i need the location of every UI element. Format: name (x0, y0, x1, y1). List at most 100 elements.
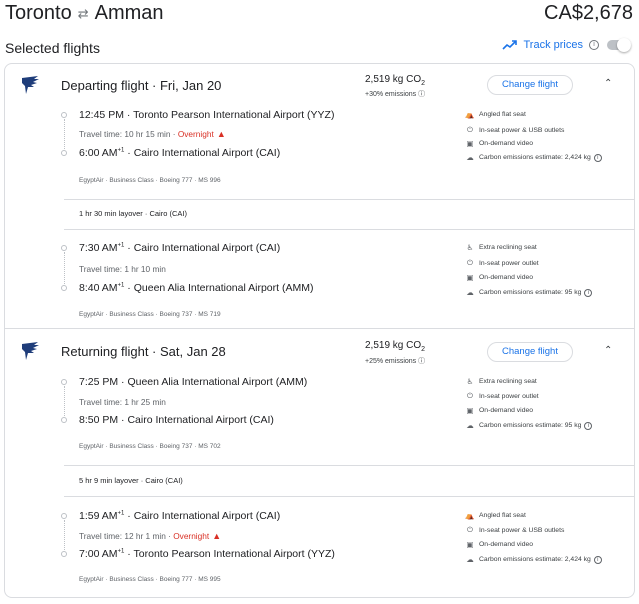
amenity: ☁ Carbon emissions estimate: 2,424 kg i (465, 555, 602, 564)
amenity: ⛺ Angled flat seat (465, 511, 526, 520)
total-price: CA$2,678 (544, 2, 633, 24)
power-plug-icon: ⏻ (467, 391, 473, 400)
departure-time-airport: 7:25 PM · Queen Alia International Airpo… (79, 376, 308, 388)
info-icon[interactable]: ⓘ (418, 91, 425, 98)
route-title: Toronto ⇄ Amman (5, 2, 164, 25)
departing-co2: 2,519 kg CO2 (365, 74, 426, 87)
flight-meta: EgyptAir · Business Class · Boeing 777 ·… (79, 177, 221, 184)
divider (64, 199, 635, 200)
departing-flight-title: Departing flight · Fri, Jan 20 (61, 78, 222, 93)
co2-icon: ☁ (466, 421, 474, 430)
amenity: ⏻ In-seat power & USB outlets (465, 125, 564, 135)
power-plug-icon: ⏻ (467, 258, 473, 267)
info-icon[interactable]: i (584, 288, 593, 297)
travel-time: Travel time: 12 hr 1 min · Overnight ▲ (79, 531, 222, 541)
returning-flight-title: Returning flight · Sat, Jan 28 (61, 344, 226, 359)
power-plug-icon: ⏻ (467, 525, 473, 534)
destination-city: Amman (94, 2, 164, 24)
amenity: ⏻ In-seat power & USB outlets (465, 525, 564, 535)
leg-connector (64, 252, 65, 284)
info-icon[interactable]: i (584, 421, 593, 430)
departing-emissions-note: +30% emissions ⓘ (365, 91, 426, 98)
track-prices-toggle[interactable] (607, 38, 631, 52)
arrival-dot (61, 417, 67, 423)
amenity: ▣ On-demand video (466, 540, 534, 549)
departure-time-airport: 1:59 AM+1 · Cairo International Airport … (79, 510, 281, 522)
warning-icon: ▲ (212, 531, 222, 541)
co2-icon: ☁ (466, 153, 474, 162)
egyptair-logo-icon (22, 76, 39, 94)
arrival-dot (61, 551, 67, 557)
seat-icon: ⛺ (465, 511, 475, 520)
reclining-seat-icon: ♿ (466, 377, 474, 386)
arrival-dot (61, 285, 67, 291)
video-icon: ▣ (466, 139, 474, 148)
departure-dot (61, 513, 67, 519)
arrival-time-airport: 7:00 AM+1 · Toronto Pearson Internationa… (79, 548, 335, 560)
divider (64, 465, 635, 466)
video-icon: ▣ (466, 406, 474, 415)
chevron-up-icon[interactable]: ⌃ (604, 78, 612, 89)
departure-dot (61, 245, 67, 251)
track-prices-label: Track prices (523, 39, 584, 51)
info-icon[interactable]: i (593, 555, 602, 564)
change-returning-flight-button[interactable]: Change flight (487, 342, 573, 362)
co2-icon: ☁ (466, 288, 474, 297)
flight-meta: EgyptAir · Business Class · Boeing 737 ·… (79, 311, 221, 318)
amenity: ⏻ In-seat power outlet (465, 391, 539, 401)
change-departing-flight-button[interactable]: Change flight (487, 75, 573, 95)
info-icon[interactable]: i (593, 153, 602, 162)
co2-icon: ☁ (466, 555, 474, 564)
departure-dot (61, 379, 67, 385)
selected-flights-heading: Selected flights (5, 40, 100, 56)
leg-connector (64, 386, 65, 416)
info-icon[interactable]: ⓘ (418, 358, 425, 365)
seat-icon: ⛺ (465, 110, 475, 119)
departure-dot (61, 112, 67, 118)
origin-city: Toronto (5, 2, 72, 24)
swap-arrows-icon: ⇄ (77, 5, 89, 21)
amenity: ♿ Extra reclining seat (466, 243, 537, 252)
amenity: ▣ On-demand video (466, 406, 534, 415)
amenity: ♿ Extra reclining seat (466, 377, 537, 386)
amenity: ⛺ Angled flat seat (465, 110, 526, 119)
travel-time: Travel time: 1 hr 10 min (79, 264, 166, 274)
reclining-seat-icon: ♿ (466, 243, 474, 252)
flight-meta: EgyptAir · Business Class · Boeing 777 ·… (79, 576, 221, 583)
amenity: ⏻ In-seat power outlet (465, 258, 539, 268)
arrival-time-airport: 8:50 PM · Cairo International Airport (C… (79, 414, 274, 426)
track-prices-control[interactable]: Track prices i (501, 38, 631, 52)
video-icon: ▣ (466, 540, 474, 549)
departure-time-airport: 12:45 PM · Toronto Pearson International… (79, 109, 335, 121)
departure-time-airport: 7:30 AM+1 · Cairo International Airport … (79, 242, 281, 254)
amenity: ▣ On-demand video (466, 273, 534, 282)
overnight-label: Overnight (177, 129, 214, 139)
flight-meta: EgyptAir · Business Class · Boeing 737 ·… (79, 443, 221, 450)
overnight-label: Overnight (173, 531, 210, 541)
travel-time: Travel time: 10 hr 15 min · Overnight ▲ (79, 129, 226, 139)
returning-co2: 2,519 kg CO2 (365, 340, 426, 353)
arrival-time-airport: 6:00 AM+1 · Cairo International Airport … (79, 147, 281, 159)
chevron-up-icon[interactable]: ⌃ (604, 345, 612, 356)
divider (64, 229, 635, 230)
amenity: ☁ Carbon emissions estimate: 95 kg i (465, 421, 593, 430)
header: Toronto ⇄ Amman CA$2,678 (0, 0, 639, 28)
layover-info: 5 hr 9 min layover · Cairo (CAI) (79, 476, 183, 485)
trending-up-icon (501, 40, 517, 50)
divider (64, 496, 635, 497)
amenity: ☁ Carbon emissions estimate: 2,424 kg i (465, 153, 602, 162)
leg-connector (64, 520, 65, 550)
travel-time: Travel time: 1 hr 25 min (79, 397, 166, 407)
amenity: ▣ On-demand video (466, 139, 534, 148)
arrival-dot (61, 150, 67, 156)
egyptair-logo-icon (22, 342, 39, 360)
info-icon[interactable]: i (589, 40, 599, 50)
power-plug-icon: ⏻ (467, 125, 473, 134)
warning-icon: ▲ (216, 129, 226, 139)
amenity: ☁ Carbon emissions estimate: 95 kg i (465, 288, 593, 297)
leg-connector (64, 119, 65, 149)
returning-emissions-note: +25% emissions ⓘ (365, 358, 426, 365)
video-icon: ▣ (466, 273, 474, 282)
layover-info: 1 hr 30 min layover · Cairo (CAI) (79, 209, 187, 218)
arrival-time-airport: 8:40 AM+1 · Queen Alia International Air… (79, 282, 314, 294)
